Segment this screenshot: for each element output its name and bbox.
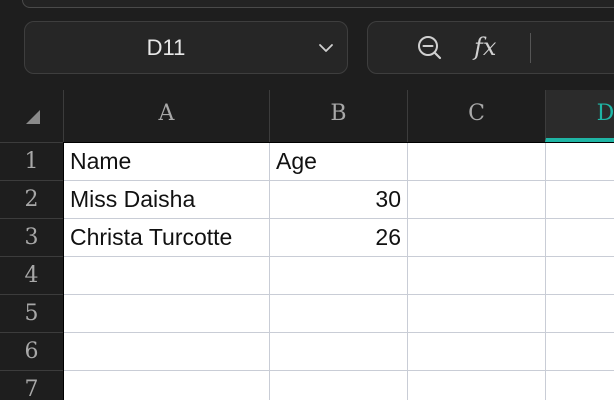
zoom-out-icon[interactable] xyxy=(416,34,444,62)
cell-a1[interactable]: Name xyxy=(64,143,270,181)
cell-d4[interactable] xyxy=(546,257,614,295)
formula-bar: fx xyxy=(367,21,614,74)
cell-b3[interactable]: 26 xyxy=(270,219,408,257)
row-header-7[interactable]: 7 xyxy=(0,370,63,400)
cells-area: Name Age Miss Daisha 30 Christa Turcotte 26 xyxy=(63,142,614,400)
cell-b2[interactable]: 30 xyxy=(270,181,408,219)
cell-c6[interactable] xyxy=(408,333,546,371)
select-all-corner[interactable] xyxy=(0,90,63,142)
row-header-5[interactable]: 5 xyxy=(0,294,63,332)
cell-c3[interactable] xyxy=(408,219,546,257)
cell-a2[interactable]: Miss Daisha xyxy=(64,181,270,219)
cell-b5[interactable] xyxy=(270,295,408,333)
spreadsheet-app: D11 fx ABCD 1234567 Name Age Miss Daisha 30… xyxy=(0,0,614,400)
column-header-c[interactable]: C xyxy=(407,90,545,142)
cell-c1[interactable] xyxy=(408,143,546,181)
sheet-grid: ABCD 1234567 Name Age Miss Daisha 30 Christa… xyxy=(0,90,614,400)
toolbar-divider xyxy=(530,33,531,63)
chevron-down-icon[interactable] xyxy=(317,39,335,57)
cell-a3[interactable]: Christa Turcotte xyxy=(64,219,270,257)
column-header-d[interactable]: D xyxy=(545,90,614,142)
row-header-6[interactable]: 6 xyxy=(0,332,63,370)
column-header-a[interactable]: A xyxy=(63,90,269,142)
row-header-1[interactable]: 1 xyxy=(0,142,63,180)
cell-a4[interactable] xyxy=(64,257,270,295)
cell-b6[interactable] xyxy=(270,333,408,371)
cell-d5[interactable] xyxy=(546,295,614,333)
column-header-b[interactable]: B xyxy=(269,90,407,142)
cell-d3[interactable] xyxy=(546,219,614,257)
cell-d1[interactable] xyxy=(546,143,614,181)
name-box[interactable]: D11 xyxy=(24,21,348,74)
cell-c4[interactable] xyxy=(408,257,546,295)
cell-b4[interactable] xyxy=(270,257,408,295)
row-header-3[interactable]: 3 xyxy=(0,218,63,256)
cell-c2[interactable] xyxy=(408,181,546,219)
cell-a7[interactable] xyxy=(64,371,270,400)
cell-c7[interactable] xyxy=(408,371,546,400)
select-all-icon xyxy=(26,110,40,124)
row-header-4[interactable]: 4 xyxy=(0,256,63,294)
cell-b1[interactable]: Age xyxy=(270,143,408,181)
cell-d6[interactable] xyxy=(546,333,614,371)
function-icon[interactable]: fx xyxy=(474,32,510,64)
row-header-2[interactable]: 2 xyxy=(0,180,63,218)
cell-a6[interactable] xyxy=(64,333,270,371)
cell-d2[interactable] xyxy=(546,181,614,219)
top-toolbar-frame xyxy=(22,0,614,8)
cell-a5[interactable] xyxy=(64,295,270,333)
cell-c5[interactable] xyxy=(408,295,546,333)
cell-d7[interactable] xyxy=(546,371,614,400)
name-box-value: D11 xyxy=(146,35,186,60)
cell-b7[interactable] xyxy=(270,371,408,400)
